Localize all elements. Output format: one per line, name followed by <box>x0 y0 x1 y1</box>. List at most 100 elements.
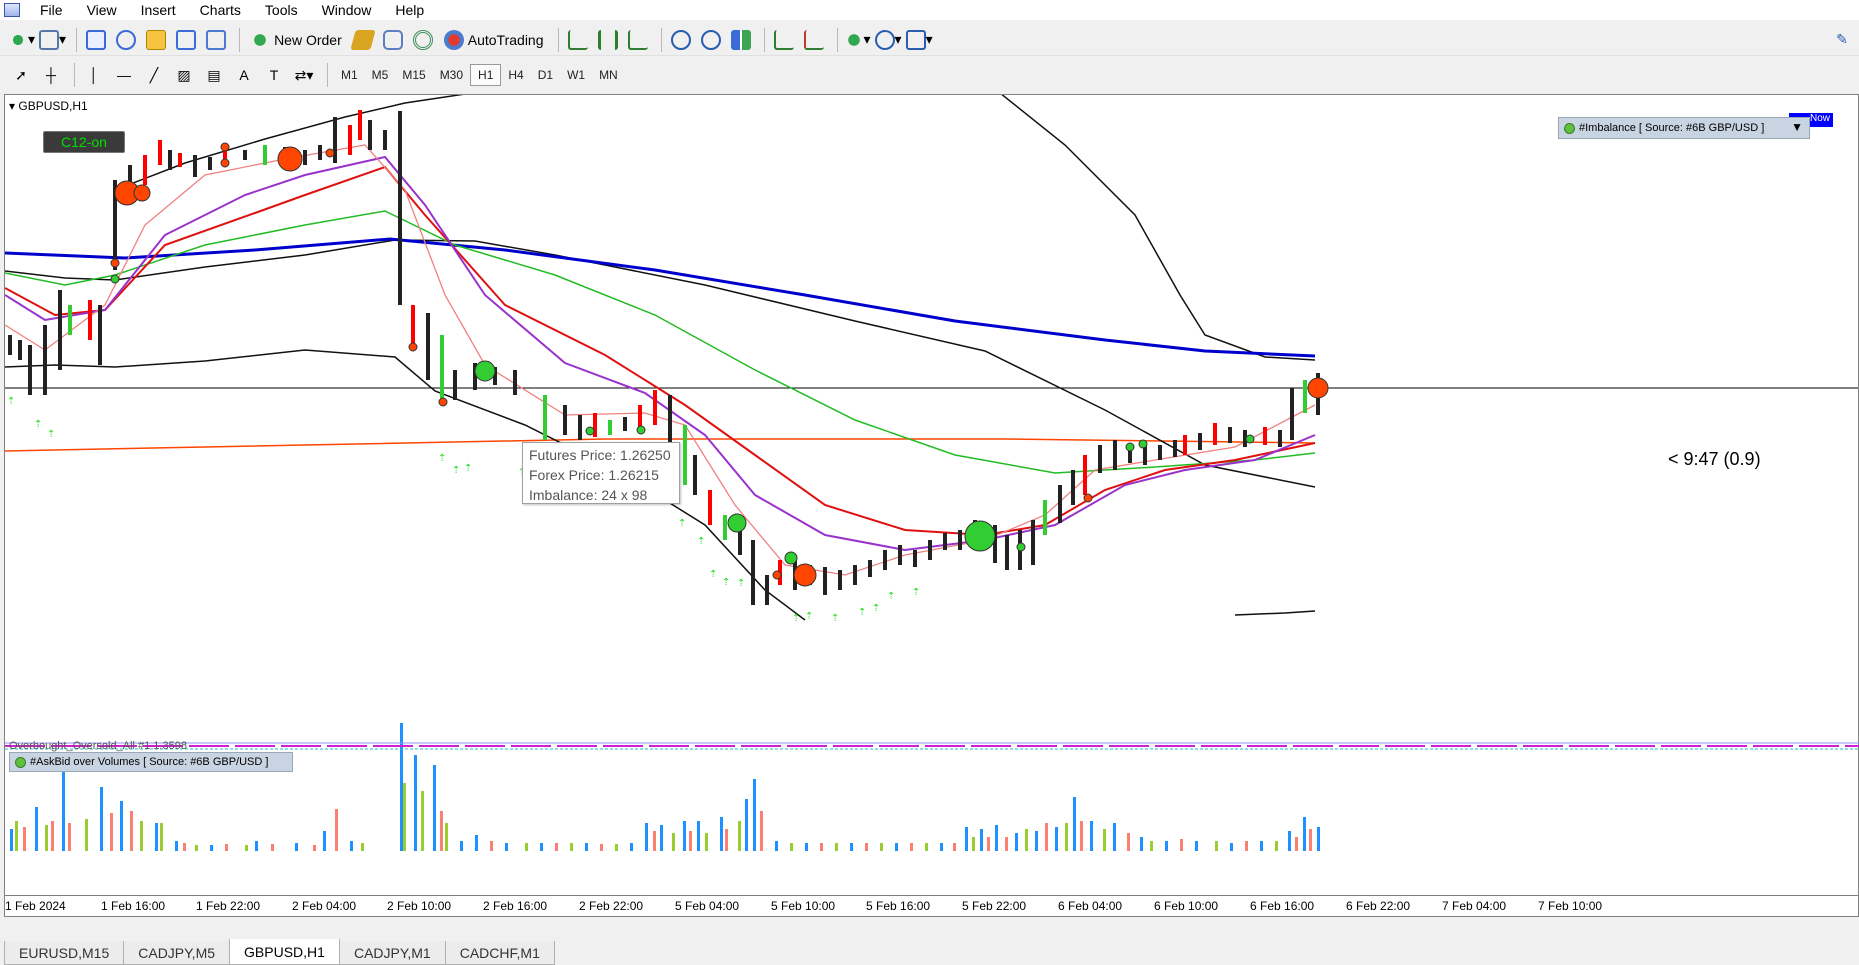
volume-bar <box>1065 823 1068 851</box>
price-chart[interactable]: ⇡⇡⇡⇡⇡⇡⇡⇡⇡⇡⇡⇡⇡⇡⇡⇡⇡⇡⇡⇡⇡⇡⇡⇡⇡⇡⇡⇡ <box>5 95 1858 895</box>
arrows-button[interactable]: ⇄ ▾ <box>291 62 317 88</box>
time-tick: 2 Feb 22:00 <box>579 899 644 913</box>
time-tick: 6 Feb 10:00 <box>1154 899 1219 913</box>
line-chart-button[interactable] <box>625 27 651 53</box>
imbalance-marker <box>474 360 496 382</box>
terminal-button[interactable] <box>173 27 199 53</box>
zoom-in-button[interactable] <box>668 27 694 53</box>
volume-bar <box>1005 837 1008 851</box>
bar-chart-button[interactable] <box>565 27 591 53</box>
volume-bar <box>100 787 103 851</box>
zoom-out-button[interactable] <box>698 27 724 53</box>
volume-bar <box>175 841 178 851</box>
candle <box>765 575 769 605</box>
signals-button[interactable] <box>410 27 436 53</box>
candle <box>158 140 162 165</box>
timeframe-m1[interactable]: M1 <box>334 64 365 86</box>
toolbar-separator <box>239 27 241 52</box>
signal-icon <box>412 29 433 50</box>
menu-insert[interactable]: Insert <box>129 2 188 18</box>
imbalance-indicator-panel[interactable]: #Imbalance [ Source: #6B GBP/USD ] ▼ <box>1558 117 1810 139</box>
candle <box>1303 380 1307 413</box>
tab-gbpusd-h1[interactable]: GBPUSD,H1 <box>229 939 340 965</box>
menu-window[interactable]: Window <box>310 2 384 18</box>
volume-bar <box>421 791 424 851</box>
candlestick-button[interactable] <box>595 27 621 53</box>
periods-button[interactable]: ▾ <box>874 27 902 53</box>
candle <box>1173 440 1177 457</box>
indicators-button[interactable]: ▾ <box>843 27 871 53</box>
candle <box>1183 435 1187 455</box>
volume-bar <box>910 843 913 851</box>
mql5-market-button[interactable] <box>380 27 406 53</box>
volume-bar <box>350 841 353 851</box>
volume-bar <box>987 837 990 851</box>
timeframe-d1[interactable]: D1 <box>531 64 560 86</box>
templates-button[interactable]: ▾ <box>905 27 933 53</box>
data-window-button[interactable] <box>113 27 139 53</box>
strategy-tester-button[interactable] <box>203 27 229 53</box>
signal-dot <box>408 342 418 352</box>
candle <box>708 490 712 525</box>
imbalance-marker <box>1307 377 1329 399</box>
timeframe-mn[interactable]: MN <box>592 64 625 86</box>
text-label-button[interactable]: T <box>261 62 287 88</box>
volume-bar <box>323 831 326 851</box>
vertical-line-button[interactable]: │ <box>81 62 107 88</box>
candle <box>208 157 212 170</box>
metaeditor-button[interactable] <box>350 27 376 53</box>
volume-bar <box>1127 833 1130 851</box>
tab-cadjpy-m5[interactable]: CADJPY,M5 <box>123 941 231 965</box>
crosshair-button[interactable]: ┼ <box>38 62 64 88</box>
volume-bar <box>45 825 48 851</box>
candle <box>368 120 372 150</box>
new-order-button[interactable]: New Order <box>246 27 346 53</box>
new-chart-button[interactable]: ▾ <box>8 27 35 53</box>
profiles-icon <box>39 29 60 50</box>
fibonacci-button[interactable]: ▤ <box>201 62 227 88</box>
askbid-indicator-panel[interactable]: #AskBid over Volumes [ Source: #6B GBP/U… <box>9 752 293 772</box>
profiles-button[interactable]: ▾ <box>39 27 66 53</box>
horizontal-line-button[interactable]: — <box>111 62 137 88</box>
timeframe-m30[interactable]: M30 <box>433 64 470 86</box>
candle <box>28 345 32 395</box>
chart-window[interactable]: ⇡⇡⇡⇡⇡⇡⇡⇡⇡⇡⇡⇡⇡⇡⇡⇡⇡⇡⇡⇡⇡⇡⇡⇡⇡⇡⇡⇡ ▾ GBPUSD,H1… <box>4 94 1859 917</box>
clock-icon <box>874 29 895 50</box>
volume-bar <box>805 843 808 851</box>
new-order-icon <box>250 29 271 50</box>
autotrading-button[interactable]: AutoTrading <box>440 27 548 53</box>
tile-windows-button[interactable] <box>728 27 754 53</box>
text-button[interactable]: A <box>231 62 257 88</box>
tab-eurusd-m15[interactable]: EURUSD,M15 <box>4 941 125 965</box>
volume-bar <box>51 821 54 851</box>
volume-bar <box>68 823 71 851</box>
signal-arrow: ⇡ <box>872 603 880 614</box>
menu-tools[interactable]: Tools <box>253 2 310 18</box>
pin-toolbar-button[interactable]: ✎ <box>1829 27 1855 53</box>
timeframe-m5[interactable]: M5 <box>365 64 396 86</box>
volume-bar <box>1080 821 1083 851</box>
timeframe-h4[interactable]: H4 <box>501 64 530 86</box>
arrows-icon: ⇄ <box>294 66 307 83</box>
chevron-down-icon[interactable]: ▼ <box>1791 120 1803 134</box>
navigator-button[interactable] <box>143 27 169 53</box>
equidistant-channel-button[interactable]: ▨ <box>171 62 197 88</box>
menu-charts[interactable]: Charts <box>188 2 253 18</box>
menu-help[interactable]: Help <box>383 2 436 18</box>
tab-cadjpy-m1[interactable]: CADJPY,M1 <box>338 941 446 965</box>
tab-cadchf-m1[interactable]: CADCHF,M1 <box>444 941 555 965</box>
volume-bar <box>475 835 478 851</box>
menu-view[interactable]: View <box>75 2 129 18</box>
chart-shift-button[interactable] <box>801 27 827 53</box>
timeframe-m15[interactable]: M15 <box>395 64 432 86</box>
candle <box>1071 470 1075 505</box>
auto-scroll-button[interactable] <box>771 27 797 53</box>
market-watch-button[interactable] <box>83 27 109 53</box>
cursor-button[interactable]: ➚ <box>8 62 34 88</box>
trendline-button[interactable]: ╱ <box>141 62 167 88</box>
timeframe-w1[interactable]: W1 <box>560 64 592 86</box>
candle <box>43 325 47 395</box>
c12-toggle-button[interactable]: C12-on <box>43 131 125 153</box>
menu-file[interactable]: File <box>28 2 75 18</box>
timeframe-h1[interactable]: H1 <box>470 64 502 86</box>
